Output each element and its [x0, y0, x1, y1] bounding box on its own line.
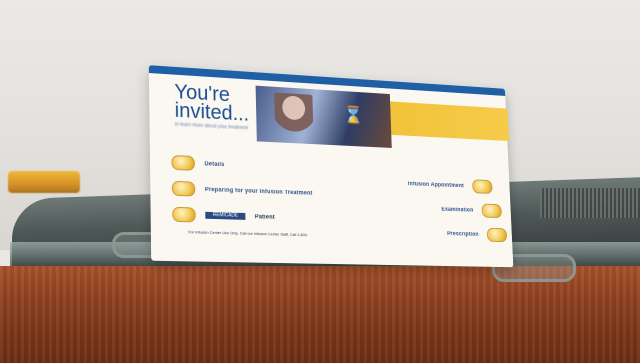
menu-pill-icon — [486, 227, 508, 243]
menu-item-label: Infusion Appointment — [407, 180, 465, 189]
footer-note: For Infusion Center Use Only. Call our I… — [188, 229, 309, 238]
brand-logo: REMICADE — [205, 211, 246, 220]
menu-item-label: Examination — [441, 206, 474, 214]
left-counter-object — [8, 171, 80, 193]
invitation-card: You're invited... to learn more about yo… — [148, 65, 514, 268]
yellow-accent-band — [390, 101, 509, 142]
headline: You're invited... — [174, 80, 260, 126]
menu-item-label: Details — [204, 160, 225, 168]
menu-pill-icon — [481, 203, 502, 219]
menu-pill-icon — [172, 206, 196, 223]
menu-item-details[interactable]: Details — [171, 154, 225, 172]
menu-item-examination[interactable]: Examination — [379, 200, 502, 219]
menu-pill-icon — [171, 154, 195, 171]
hourglass-icon: ⌛ — [343, 105, 364, 126]
menu-item-prescription[interactable]: Prescription — [384, 225, 508, 243]
photo-person — [274, 92, 314, 143]
hero-photo: ⌛ — [255, 85, 392, 148]
menu-item-label: Prescription — [446, 230, 479, 238]
headline-line-2: invited... — [174, 99, 250, 126]
right-counter-object — [540, 188, 640, 218]
menu-item-label: Patient — [254, 213, 275, 221]
menu-item-preparing[interactable]: Preparing for your Infusion Treatment — [171, 180, 313, 201]
menu-item-patient[interactable]: REMICADE Patient — [172, 206, 275, 225]
menu-item-infusion-appointment[interactable]: Infusion Appointment — [369, 175, 493, 194]
menu-pill-icon — [171, 180, 196, 197]
menu-item-label: Preparing for your Infusion Treatment — [204, 186, 313, 197]
subhead: to learn more about your treatment — [174, 121, 249, 132]
menu-pill-icon — [472, 179, 493, 194]
